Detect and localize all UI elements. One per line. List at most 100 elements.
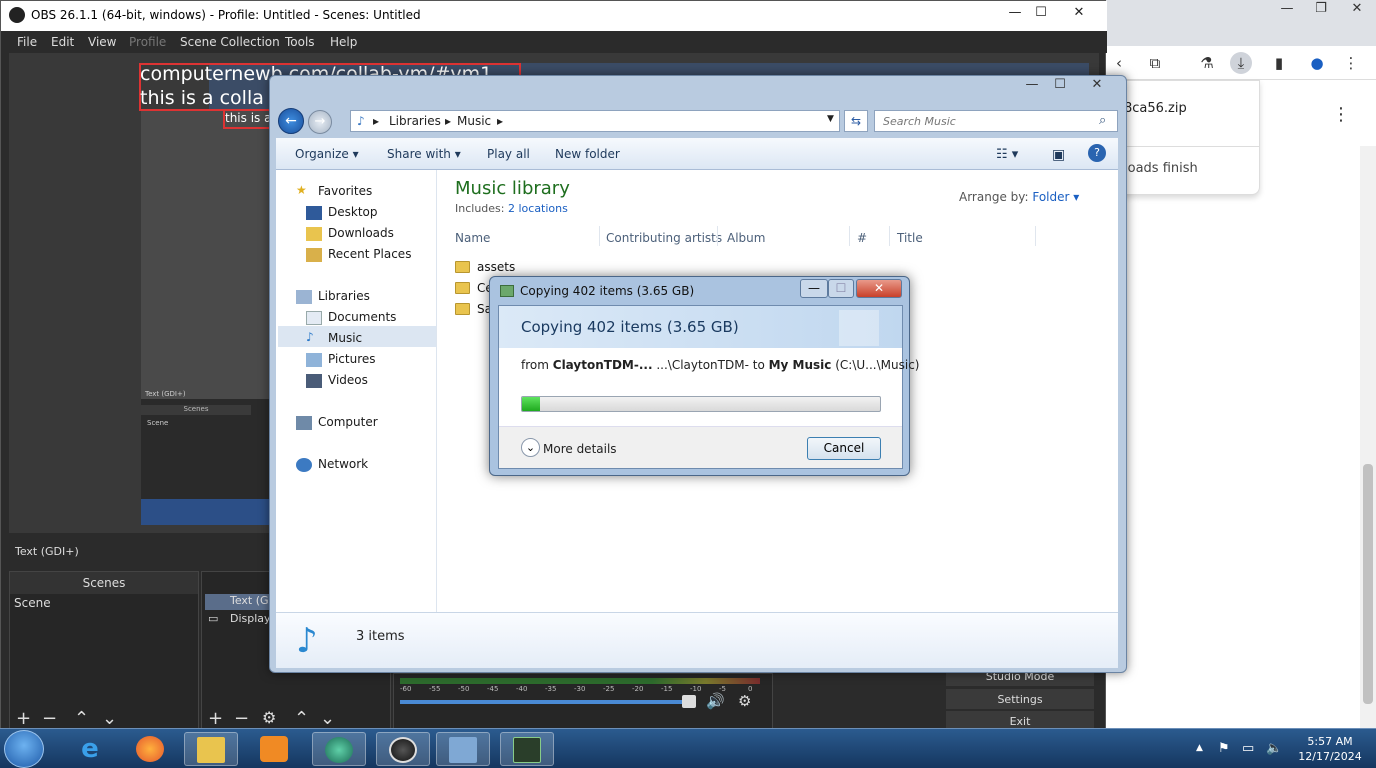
nav-desktop[interactable]: Desktop bbox=[328, 205, 378, 219]
scene-item[interactable]: Scene bbox=[14, 596, 51, 610]
expand-chevron-icon[interactable]: ⌄ bbox=[521, 438, 540, 457]
nav-network[interactable]: Network bbox=[318, 457, 368, 471]
control-panel-icon[interactable] bbox=[436, 732, 490, 766]
move-up-icon[interactable]: ⌃ bbox=[74, 708, 89, 729]
share-with-button[interactable]: Share with ▾ bbox=[387, 147, 461, 161]
menu-view[interactable]: View bbox=[88, 35, 116, 49]
menu-scene-collection[interactable]: Scene Collection bbox=[180, 35, 280, 49]
obs-icon[interactable] bbox=[376, 732, 430, 766]
profile-avatar-icon[interactable]: ● bbox=[1306, 52, 1328, 74]
nav-documents[interactable]: Documents bbox=[328, 310, 396, 324]
column-title[interactable]: Title bbox=[897, 231, 923, 245]
add-scene-icon[interactable]: + bbox=[16, 708, 31, 729]
nav-music[interactable]: Music bbox=[328, 331, 362, 345]
list-item[interactable]: assets bbox=[455, 260, 515, 274]
chrome-back-icon[interactable]: ‹ bbox=[1108, 52, 1130, 74]
address-dropdown-icon[interactable]: ▼ bbox=[827, 114, 834, 124]
firefox-icon[interactable] bbox=[124, 732, 178, 766]
internet-explorer-icon[interactable]: e bbox=[64, 732, 118, 766]
volume-slider-handle[interactable] bbox=[682, 695, 696, 708]
column-divider[interactable] bbox=[889, 226, 890, 246]
search-input[interactable]: Search Music ⌕ bbox=[874, 110, 1118, 132]
list-item[interactable]: Sa bbox=[455, 302, 492, 316]
column-divider[interactable] bbox=[599, 226, 600, 246]
extensions-icon[interactable]: ⧉ bbox=[1144, 52, 1166, 74]
action-center-flag-icon[interactable]: ⚑ bbox=[1218, 741, 1230, 756]
nav-computer[interactable]: Computer bbox=[318, 415, 378, 429]
nav-recent-places[interactable]: Recent Places bbox=[328, 247, 411, 261]
column-album[interactable]: Album bbox=[727, 231, 765, 245]
explorer-maximize-button[interactable]: ☐ bbox=[1046, 76, 1074, 96]
copy-close-button[interactable]: ✕ bbox=[856, 279, 902, 298]
obs-maximize-button[interactable]: ☐ bbox=[1023, 3, 1059, 23]
arrange-by-dropdown[interactable]: Folder ▾ bbox=[1032, 190, 1079, 204]
view-options-icon[interactable]: ☷ ▾ bbox=[996, 147, 1018, 162]
menu-edit[interactable]: Edit bbox=[51, 35, 74, 49]
search-icon[interactable]: ⌕ bbox=[1099, 113, 1106, 128]
menu-tools[interactable]: Tools bbox=[285, 35, 315, 49]
copy-minimize-button[interactable]: — bbox=[800, 279, 828, 298]
cancel-button[interactable]: Cancel bbox=[807, 437, 881, 460]
obs-close-button[interactable]: ✕ bbox=[1061, 3, 1097, 23]
add-source-icon[interactable]: + bbox=[208, 708, 223, 729]
column-divider[interactable] bbox=[1035, 226, 1036, 246]
organize-button[interactable]: Organize ▾ bbox=[295, 147, 359, 161]
preview-pane-icon[interactable]: ▣ bbox=[1052, 147, 1065, 163]
copy-source[interactable]: ClaytonTDM-... bbox=[553, 358, 653, 372]
audio-gear-icon[interactable]: ⚙ bbox=[738, 692, 751, 710]
source-move-down-icon[interactable]: ⌄ bbox=[320, 708, 335, 729]
source-move-up-icon[interactable]: ⌃ bbox=[294, 708, 309, 729]
download-more-icon[interactable]: ⋮ bbox=[1332, 104, 1350, 125]
side-panel-icon[interactable]: ▮ bbox=[1268, 52, 1290, 74]
media-player-icon[interactable] bbox=[248, 732, 302, 766]
help-icon[interactable]: ? bbox=[1088, 144, 1106, 162]
back-arrow-icon[interactable]: ← bbox=[278, 108, 304, 134]
column-divider[interactable] bbox=[849, 226, 850, 246]
move-down-icon[interactable]: ⌄ bbox=[102, 708, 117, 729]
remove-scene-icon[interactable]: − bbox=[42, 708, 57, 729]
column-contributing-artists[interactable]: Contributing artists bbox=[606, 231, 722, 245]
new-folder-button[interactable]: New folder bbox=[555, 147, 620, 161]
address-bar[interactable]: ♪ ▸ Libraries ▸ Music ▸ ▼ bbox=[350, 110, 840, 132]
task-manager-icon[interactable] bbox=[500, 732, 554, 766]
volume-tray-icon[interactable]: 🔈 bbox=[1266, 741, 1282, 756]
list-item[interactable]: Ce bbox=[455, 281, 493, 295]
forward-arrow-icon[interactable]: → bbox=[308, 110, 332, 134]
source-item-text[interactable]: Text (G bbox=[230, 594, 269, 607]
column-divider[interactable] bbox=[717, 226, 718, 246]
breadcrumb-separator-icon[interactable]: ▸ bbox=[373, 114, 379, 128]
menu-file[interactable]: File bbox=[17, 35, 37, 49]
explorer-minimize-button[interactable]: — bbox=[1018, 76, 1046, 96]
start-button[interactable] bbox=[4, 730, 44, 768]
play-all-button[interactable]: Play all bbox=[487, 147, 530, 161]
remove-source-icon[interactable]: − bbox=[234, 708, 249, 729]
includes-locations-link[interactable]: 2 locations bbox=[508, 202, 568, 215]
labs-icon[interactable]: ⚗ bbox=[1196, 52, 1218, 74]
chrome-close-button[interactable]: ✕ bbox=[1340, 0, 1374, 18]
nav-pictures[interactable]: Pictures bbox=[328, 352, 376, 366]
menu-help[interactable]: Help bbox=[330, 35, 357, 49]
breadcrumb-music[interactable]: Music bbox=[457, 114, 491, 128]
chrome-like-icon[interactable] bbox=[312, 732, 366, 766]
menu-profile[interactable]: Profile bbox=[129, 35, 166, 49]
nav-videos[interactable]: Videos bbox=[328, 373, 368, 387]
network-tray-icon[interactable]: ▭ bbox=[1242, 741, 1254, 756]
chrome-scrollbar[interactable] bbox=[1360, 146, 1376, 728]
refresh-icon[interactable]: ⇆ bbox=[844, 110, 868, 132]
column-track-number[interactable]: # bbox=[857, 231, 867, 245]
breadcrumb-separator-icon[interactable]: ▸ bbox=[497, 114, 503, 128]
copy-destination[interactable]: My Music bbox=[769, 358, 832, 372]
download-icon[interactable]: ⤓ bbox=[1230, 52, 1252, 74]
nav-downloads[interactable]: Downloads bbox=[328, 226, 394, 240]
chrome-restore-button[interactable]: ❐ bbox=[1304, 0, 1338, 18]
scrollbar-thumb[interactable] bbox=[1363, 464, 1373, 704]
nav-favorites[interactable]: Favorites bbox=[318, 184, 372, 198]
breadcrumb-separator-icon[interactable]: ▸ bbox=[445, 114, 451, 128]
copy-maximize-button[interactable]: ☐ bbox=[828, 279, 854, 298]
settings-button[interactable]: Settings bbox=[945, 688, 1095, 710]
source-item-display[interactable]: Display bbox=[230, 612, 271, 625]
volume-slider[interactable] bbox=[400, 700, 690, 704]
explorer-icon[interactable] bbox=[184, 732, 238, 766]
nav-libraries[interactable]: Libraries bbox=[318, 289, 370, 303]
tray-expand-icon[interactable]: ▲ bbox=[1196, 743, 1203, 753]
